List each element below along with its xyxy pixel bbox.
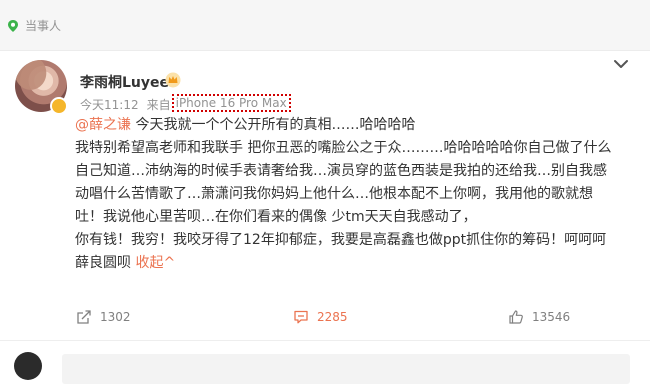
comment-count: 2285: [317, 310, 348, 324]
divider: [0, 340, 650, 341]
author-name[interactable]: 李雨桐Luyee: [80, 72, 169, 92]
repost-count: 1302: [100, 310, 131, 324]
crown-icon: [165, 72, 181, 88]
like-button[interactable]: 13546: [508, 305, 570, 329]
post-line-text: 今天我就一个个公开所有的真相……哈哈哈哈: [131, 117, 416, 133]
post-tag: 当事人: [6, 19, 61, 33]
post-line: 动唱什么苦情歌了…萧潇问我你妈妈上他什么…他根本配不上你啊，我用他的歌就想: [75, 186, 593, 202]
post-time[interactable]: 今天11:12: [80, 96, 139, 114]
post-actions: 1302 2285 13546: [0, 305, 650, 329]
post-line-text: 薛良圆呗: [75, 255, 136, 271]
thumbs-up-icon: [509, 310, 523, 324]
post-device: iPhone 16 Pro Max: [171, 94, 291, 112]
post-line: @薛之谦 今天我就一个个公开所有的真相……哈哈哈哈: [75, 114, 630, 137]
location-pin-icon: [8, 20, 18, 32]
current-user-avatar: [14, 352, 42, 380]
post-line: 吐！我说他心里苦呗…在你们看来的偶像 少tm天天自我感动了，: [75, 209, 477, 225]
verified-badge-icon: [50, 97, 68, 115]
post-line: 自己知道…沛纳海的时候手表请奢给我…演员穿的蓝色西装是我拍的还给我…别自我感: [75, 163, 607, 179]
like-count: 13546: [532, 310, 571, 324]
post-text: @薛之谦 今天我就一个个公开所有的真相……哈哈哈哈 我特别希望高老师和我联手 把…: [75, 114, 630, 275]
post-line: 薛良圆呗 收起^: [75, 252, 630, 275]
tag-label: 当事人: [25, 19, 62, 33]
comment-icon: [294, 310, 308, 324]
comment-button[interactable]: 2285: [293, 305, 348, 329]
post-tag-bar: 当事人: [0, 0, 650, 51]
collapse-link[interactable]: 收起^: [135, 255, 175, 271]
repost-icon: [77, 310, 91, 324]
post-meta: 今天11:12 来自 iPhone 16 Pro Max: [80, 94, 291, 114]
chevron-down-icon[interactable]: [613, 58, 629, 70]
post-line: 你有钱！我穷！我咬牙得了12年抑郁症，我要是高磊鑫也做ppt抓住你的筹码！呵呵呵: [75, 232, 607, 248]
post-line: 我特别希望高老师和我联手 把你丑恶的嘴脸公之于众………哈哈哈哈哈你自己做了什么: [75, 140, 612, 156]
source-prefix: 来自: [146, 98, 171, 112]
mention-link[interactable]: @薛之谦: [75, 117, 131, 133]
comment-input[interactable]: [62, 354, 630, 384]
repost-button[interactable]: 1302: [76, 305, 131, 329]
